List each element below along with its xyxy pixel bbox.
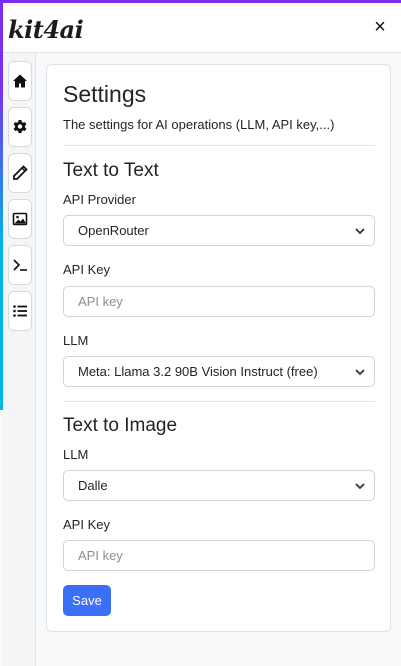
gear-icon [13,120,27,134]
divider [63,401,375,402]
terminal-icon [13,259,27,271]
sidebar [3,53,36,666]
sidebar-item-edit[interactable] [8,153,32,193]
api-provider-value: OpenRouter [78,223,149,238]
app-logo: kit4ai [8,15,84,44]
llm-label: LLM [63,333,89,348]
section-heading-text-to-text: Text to Text [63,160,159,181]
image-api-key-label: API Key [63,517,110,532]
close-icon[interactable]: × [369,16,391,38]
llm-value: Meta: Llama 3.2 90B Vision Instruct (fre… [78,364,318,379]
header: kit4ai × [3,3,401,53]
sidebar-item-settings[interactable] [8,107,32,147]
chevron-down-icon [355,369,365,376]
pencil-icon [13,165,28,180]
image-icon [12,212,28,226]
settings-card: Settings The settings for AI operations … [46,64,391,632]
save-button[interactable]: Save [63,585,111,616]
image-llm-label: LLM [63,447,89,462]
sidebar-item-image[interactable] [8,199,32,239]
page-subtitle: The settings for AI operations (LLM, API… [63,117,335,132]
chevron-down-icon [355,228,365,235]
llm-select[interactable]: Meta: Llama 3.2 90B Vision Instruct (fre… [63,356,375,387]
image-llm-value: Dalle [78,478,108,493]
home-icon [13,74,27,88]
page-title: Settings [63,81,147,107]
list-icon [13,305,27,317]
api-provider-label: API Provider [63,192,136,207]
sidebar-item-home[interactable] [8,61,32,101]
section-heading-text-to-image: Text to Image [63,415,178,436]
image-api-key-input[interactable] [63,540,375,571]
divider [63,145,375,146]
sidebar-item-terminal[interactable] [8,245,32,285]
api-provider-select[interactable]: OpenRouter [63,215,375,246]
api-key-input[interactable] [63,286,375,317]
image-llm-select[interactable]: Dalle [63,470,375,501]
chevron-down-icon [355,483,365,490]
api-key-label: API Key [63,262,110,277]
sidebar-item-list[interactable] [8,291,32,331]
